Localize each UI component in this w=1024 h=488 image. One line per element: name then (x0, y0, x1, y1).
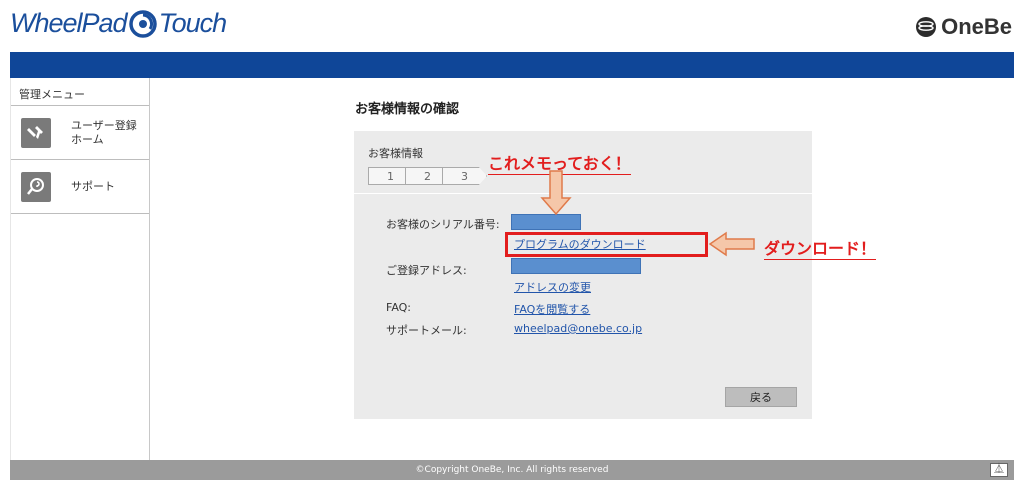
onebe-logo[interactable]: OneBe (915, 14, 1012, 40)
footer: ©Copyright OneBe, Inc. All rights reserv… (10, 460, 1014, 480)
step-indicator: 1 2 3 (368, 167, 487, 185)
faq-label: FAQ: (386, 301, 412, 314)
copyright-text: ©Copyright OneBe, Inc. All rights reserv… (415, 465, 609, 475)
sidebar: 管理メニュー ユーザー登録 ホーム サポート (10, 78, 150, 460)
app-header: WheelPad Touch OneBe (0, 0, 1024, 52)
change-address-link[interactable]: アドレスの変更 (514, 279, 591, 295)
panel-divider (354, 193, 812, 194)
serial-number-value-redacted (511, 214, 581, 230)
sidebar-item-label: ユーザー登録 ホーム (71, 118, 137, 146)
brand-name: OneBe (941, 14, 1012, 39)
serial-number-label: お客様のシリアル番号: (386, 218, 500, 231)
support-mail-link[interactable]: wheelpad@onebe.co.jp (514, 322, 642, 335)
sidebar-item-label: サポート (71, 179, 115, 193)
support-mail-label: サポートメール: (386, 324, 467, 337)
registered-email-value-redacted (511, 258, 641, 274)
swirl-logo-icon (128, 9, 157, 38)
back-button[interactable]: 戻る (725, 387, 797, 407)
logo-text-wheelpad: WheelPad (10, 8, 128, 38)
down-arrow-icon (540, 170, 572, 216)
registered-email-label: ご登録アドレス: (386, 264, 467, 277)
page-title: お客様情報の確認 (355, 102, 460, 117)
sidebar-heading: 管理メニュー (11, 78, 149, 106)
main-content: お客様情報の確認 お客様情報 1 2 3 お客様のシリアル番号: プログラムのダ… (150, 78, 1014, 460)
step-3: 3 (442, 167, 487, 185)
sidebar-item-user-registration-home[interactable]: ユーザー登録 ホーム (11, 106, 149, 160)
logo-text-touch: Touch (158, 8, 228, 38)
wheelpad-touch-logo[interactable]: WheelPad Touch (10, 8, 228, 39)
scroll-to-top-button[interactable]: ⏅ (990, 463, 1008, 477)
sidebar-item-support[interactable]: サポート (11, 160, 149, 214)
download-annotation: ダウンロード！ (764, 235, 877, 260)
onebe-stack-icon (916, 17, 937, 37)
left-arrow-icon (708, 231, 755, 257)
support-icon (21, 171, 51, 202)
tools-icon (21, 117, 51, 148)
faq-link[interactable]: FAQを閲覧する (514, 301, 590, 317)
panel-title: お客様情報 (368, 147, 423, 160)
top-nav-bar (10, 52, 1014, 78)
download-highlight-box (505, 232, 708, 257)
